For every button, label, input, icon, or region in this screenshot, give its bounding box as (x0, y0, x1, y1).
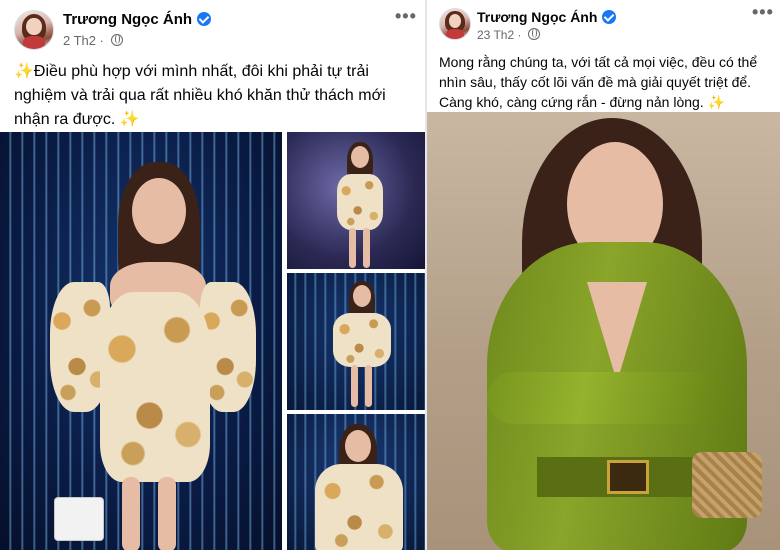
sparkles-icon: ✨ (14, 63, 34, 80)
sparkles-icon: ✨ (119, 111, 140, 128)
post-photo[interactable] (427, 112, 780, 550)
verified-badge-icon (602, 10, 617, 24)
author-avatar[interactable] (14, 10, 54, 50)
globe-icon (110, 34, 123, 46)
author-name[interactable]: Trương Ngọc Ánh (477, 9, 617, 25)
globe-icon (527, 28, 540, 40)
post-photo-thumb-2[interactable] (287, 273, 425, 410)
more-options-button[interactable]: ••• (752, 2, 774, 23)
caption-text: Điều phù hợp với mình nhất, đôi khi phải… (14, 63, 386, 128)
post-meta: 23 Th2 · (477, 28, 540, 42)
verified-badge-icon (197, 12, 212, 26)
post-photo-main[interactable] (0, 132, 282, 550)
author-avatar[interactable] (439, 8, 471, 40)
sparkles-icon: ✨ (707, 94, 726, 110)
post-photo-thumb-1[interactable] (287, 132, 425, 269)
post-date[interactable]: 2 Th2 (63, 33, 96, 48)
author-name[interactable]: Trương Ngọc Ánh (63, 11, 212, 28)
post-left: Trương Ngọc Ánh 2 Th2 · ••• ✨Điều phù hợ… (0, 0, 425, 550)
handbag (54, 497, 104, 541)
more-options-button[interactable]: ••• (395, 6, 417, 27)
post-caption: ✨Điều phù hợp với mình nhất, đôi khi phả… (14, 60, 419, 132)
post-photo-thumb-3[interactable] (287, 414, 425, 550)
post-caption: Mong rằng chúng ta, với tất cả mọi việc,… (439, 52, 775, 112)
post-right: Trương Ngọc Ánh 23 Th2 · ••• Mong rằng c… (427, 0, 780, 550)
clutch-bag (692, 452, 762, 518)
post-meta: 2 Th2 · (63, 33, 123, 48)
post-date[interactable]: 23 Th2 (477, 28, 514, 42)
